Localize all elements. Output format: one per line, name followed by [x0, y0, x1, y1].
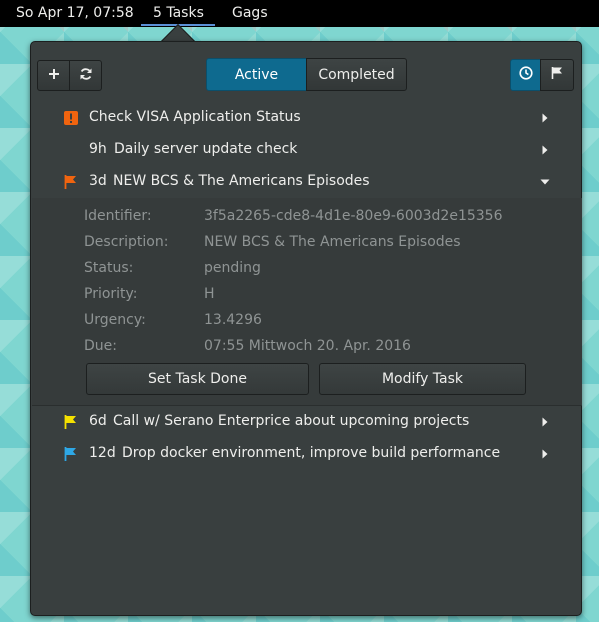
set-task-done-button[interactable]: Set Task Done: [86, 363, 309, 395]
add-task-button[interactable]: [37, 60, 70, 91]
chevron-right-icon[interactable]: [538, 111, 552, 125]
due-value: 07:55 Mittwoch 20. Apr. 2016: [204, 338, 411, 354]
status-value: pending: [204, 260, 261, 276]
flag-icon: [550, 66, 564, 84]
tab-completed-label: Completed: [318, 66, 395, 83]
modify-task-button[interactable]: Modify Task: [319, 363, 526, 395]
task-age: 3d: [89, 173, 107, 189]
tasks-indicator[interactable]: 5 Tasks: [153, 5, 204, 21]
clock-icon: [518, 66, 533, 84]
task-title: Call w/ Serano Enterprice about upcoming…: [113, 413, 470, 429]
flag-icon: [63, 446, 79, 462]
chevron-down-icon[interactable]: [538, 175, 552, 189]
task-title: NEW BCS & The Americans Episodes: [113, 173, 370, 189]
chevron-right-icon[interactable]: [538, 415, 552, 429]
gags-indicator[interactable]: Gags: [232, 5, 268, 21]
chevron-right-icon[interactable]: [538, 143, 552, 157]
top-bar: So Apr 17, 07:58 5 Tasks Gags: [0, 0, 599, 27]
refresh-icon: [79, 67, 93, 85]
urgency-value: 13.4296: [204, 312, 262, 328]
task-row[interactable]: 9h Daily server update check: [32, 134, 582, 166]
warning-icon: [63, 110, 79, 126]
identifier-value: 3f5a2265-cde8-4d1e-80e9-6003d2e15356: [204, 208, 503, 224]
flag-icon: [63, 414, 79, 430]
sort-by-priority-button[interactable]: [540, 59, 574, 91]
tab-active[interactable]: Active: [206, 58, 307, 91]
status-label: Status:: [84, 260, 134, 276]
priority-value: H: [204, 286, 215, 302]
refresh-button[interactable]: [69, 60, 102, 91]
priority-label: Priority:: [84, 286, 138, 302]
task-title: Daily server update check: [114, 141, 298, 157]
tab-active-label: Active: [234, 66, 279, 83]
task-title: Check VISA Application Status: [89, 109, 301, 125]
urgency-label: Urgency:: [84, 312, 146, 328]
clock[interactable]: So Apr 17, 07:58: [16, 5, 134, 21]
task-row[interactable]: 12d Drop docker environment, improve bui…: [32, 438, 582, 470]
due-label: Due:: [84, 338, 117, 354]
task-age: 12d: [89, 445, 116, 461]
task-row[interactable]: 6d Call w/ Serano Enterprice about upcom…: [32, 406, 582, 438]
tasks-popover: Active Completed Check VISA Application …: [30, 41, 582, 616]
task-row[interactable]: 3d NEW BCS & The Americans Episodes: [32, 166, 582, 198]
task-row[interactable]: Check VISA Application Status: [32, 102, 582, 134]
plus-icon: [48, 68, 60, 84]
description-value: NEW BCS & The Americans Episodes: [204, 234, 461, 250]
chevron-right-icon[interactable]: [538, 447, 552, 461]
task-details: Identifier: 3f5a2265-cde8-4d1e-80e9-6003…: [32, 198, 582, 405]
tab-completed[interactable]: Completed: [306, 58, 407, 91]
sort-by-urgency-button[interactable]: [510, 59, 541, 91]
flag-icon: [63, 174, 79, 190]
identifier-label: Identifier:: [84, 208, 152, 224]
task-age: 9h: [89, 141, 107, 157]
task-title: Drop docker environment, improve build p…: [122, 445, 501, 461]
task-age: 6d: [89, 413, 107, 429]
description-label: Description:: [84, 234, 169, 250]
